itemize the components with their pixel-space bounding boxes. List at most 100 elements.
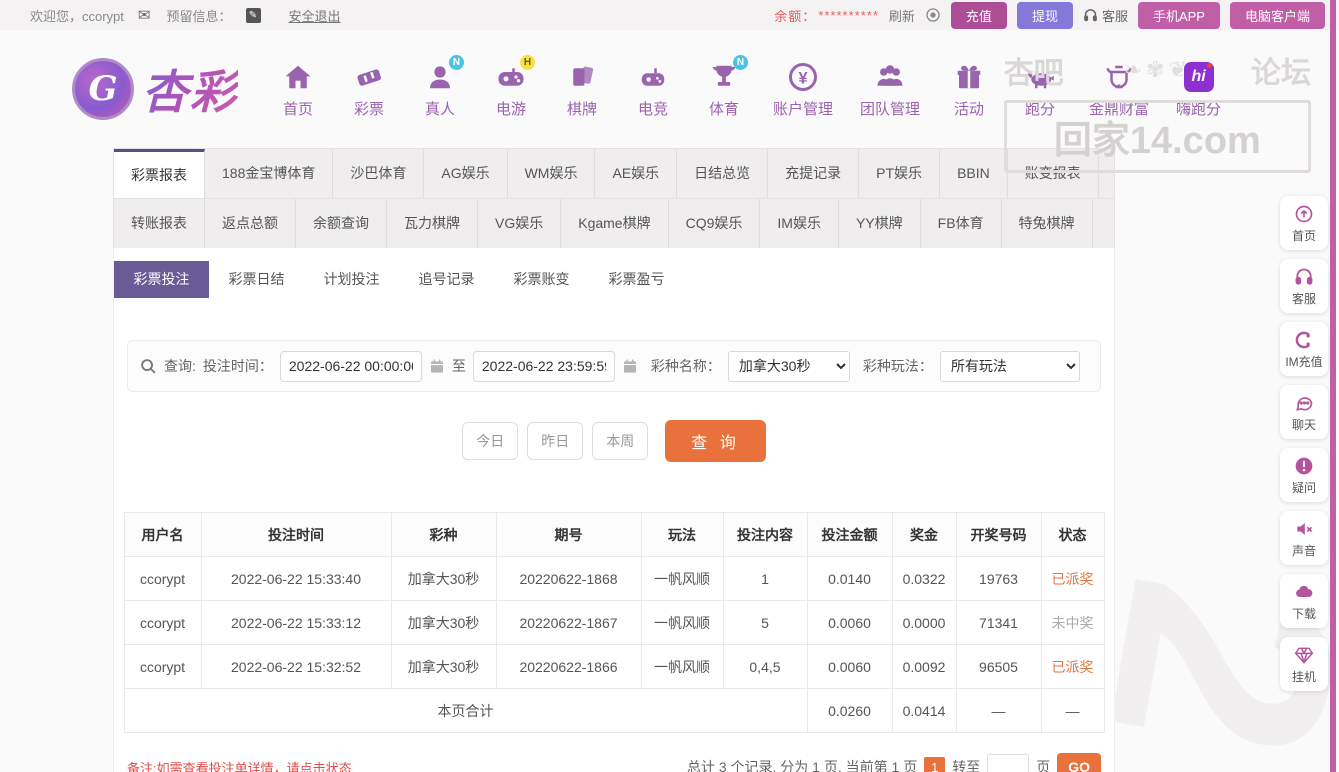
status-link[interactable]: 已派奖 (1040, 556, 1105, 601)
lottery-name-label: 彩种名称： (650, 358, 721, 374)
main-content: 彩票报表 188金宝博体育 沙巴体育 AG娱乐 WM娱乐 AE娱乐 日结总览 充… (113, 148, 1115, 772)
summary-row: 本页合计 0.0260 0.0414 — — (123, 688, 1105, 733)
time-to-input[interactable] (472, 350, 615, 382)
nav-item-activity[interactable]: 活动 (947, 60, 991, 119)
tab-lottery-report[interactable]: 彩票报表 (114, 149, 205, 198)
subtab-lottery-pnl[interactable]: 彩票盈亏 (589, 261, 684, 298)
nav-item-chess[interactable]: 棋牌 (560, 60, 604, 119)
pc-client-button[interactable]: 电脑客户端 (1229, 1, 1325, 29)
tab-im[interactable]: IM娱乐 (760, 199, 839, 248)
nav-item-esports[interactable]: 电竞 (631, 60, 675, 119)
current-page-button[interactable]: 1 (924, 756, 946, 772)
subtab-lottery-daily[interactable]: 彩票日结 (209, 261, 304, 298)
arrow-up-circle-icon (1295, 205, 1313, 223)
table-footer: 备注:如需查看投注单详情，请点击状态 总计 3 个记录, 分为 1 页, 当前第… (127, 753, 1101, 772)
lottery-select[interactable]: 加拿大30秒 (727, 350, 850, 382)
tab-bbin[interactable]: BBIN (940, 149, 1008, 198)
tab-deposit-records[interactable]: 充提记录 (768, 149, 860, 198)
tab-188-sports[interactable]: 188金宝博体育 (205, 149, 334, 198)
tab-vg[interactable]: VG娱乐 (478, 199, 562, 248)
mobile-app-button[interactable]: 手机APP (1137, 1, 1220, 29)
today-button[interactable]: 今日 (462, 422, 519, 460)
balance-label: 余额： (774, 8, 817, 24)
tab-tetu-chess[interactable]: 特兔棋牌 (1002, 199, 1093, 248)
tab-fb-sports[interactable]: FB体育 (921, 199, 1002, 248)
tab-transfer-report[interactable]: 转账报表 (114, 199, 205, 248)
tab-pt[interactable]: PT娱乐 (859, 149, 941, 198)
mute-speaker-icon (1297, 523, 1313, 535)
new-badge: N (449, 54, 464, 70)
tab-kgame[interactable]: Kgame棋牌 (561, 199, 669, 248)
report-panel: 彩票投注 彩票日结 计划投注 追号记录 彩票账变 彩票盈亏 查询: 投注时间： … (113, 248, 1115, 772)
subtab-plan-bets[interactable]: 计划投注 (304, 261, 399, 298)
nav-item-team[interactable]: 团队管理 (860, 60, 920, 119)
trophy-icon: N (707, 54, 748, 94)
headset-icon (1084, 8, 1097, 21)
refresh-button[interactable]: 刷新 (889, 6, 915, 25)
pagination: 总计 3 个记录, 分为 1 页, 当前第 1 页 1 转至 页 GO (687, 753, 1101, 772)
tab-wm[interactable]: WM娱乐 (508, 149, 596, 198)
nav-item-egames[interactable]: H 电游 (489, 54, 535, 119)
site-logo[interactable]: G 杏彩 (72, 56, 238, 122)
calendar-icon[interactable] (429, 358, 445, 374)
nav-item-sports[interactable]: N 体育 (702, 54, 748, 119)
table-row: ccorypt 2022-06-22 15:33:40 加拿大30秒 20220… (123, 556, 1105, 601)
yesterday-button[interactable]: 昨日 (527, 422, 584, 460)
nav-item-lottery[interactable]: 彩票 (347, 60, 391, 119)
goto-page-input[interactable] (987, 754, 1030, 772)
go-button[interactable]: GO (1057, 753, 1101, 772)
tab-daily-overview[interactable]: 日结总览 (677, 149, 769, 198)
mail-icon[interactable]: ✉ (138, 6, 151, 24)
goto-label: 转至 (952, 759, 981, 772)
recharge-button[interactable]: 充值 (950, 1, 1007, 29)
tab-ag[interactable]: AG娱乐 (424, 149, 508, 198)
home-icon (281, 60, 315, 94)
coin-icon: ¥ (786, 60, 820, 94)
play-type-select[interactable]: 所有玩法 (939, 350, 1080, 382)
sidebar-item-question[interactable]: 疑问 (1280, 448, 1328, 502)
sidebar-item-chat[interactable]: 聊天 (1280, 385, 1328, 439)
site-header: G 杏彩 首页 彩票 N 真人 H 电游 棋牌 电竞 N 体育 ¥ 账户管理 团… (0, 30, 1339, 173)
tab-rebate-total[interactable]: 返点总额 (205, 199, 296, 248)
customer-service-link[interactable]: 客服 (1083, 6, 1128, 25)
play-type-label: 彩种玩法： (862, 358, 933, 374)
subtab-lottery-bets[interactable]: 彩票投注 (114, 261, 209, 298)
sidebar-item-autoplay[interactable]: 挂机 (1280, 637, 1328, 691)
status-link[interactable]: 已派奖 (1040, 644, 1105, 689)
exclamation-circle-icon (1295, 457, 1313, 475)
sidebar-item-im-recharge[interactable]: IM充值 (1280, 322, 1328, 376)
nav-item-home[interactable]: 首页 (276, 60, 320, 119)
tab-shaba-sports[interactable]: 沙巴体育 (333, 149, 425, 198)
withdraw-button[interactable]: 提现 (1016, 1, 1073, 29)
customer-service-label: 客服 (1101, 8, 1128, 24)
subtab-chase-records[interactable]: 追号记录 (399, 261, 494, 298)
col-issue: 期号 (495, 512, 642, 557)
subtab-lottery-changes[interactable]: 彩票账变 (494, 261, 589, 298)
scrollbar-strip[interactable] (1330, 0, 1336, 772)
status-link[interactable]: 未中奖 (1040, 600, 1105, 645)
sidebar-item-home[interactable]: 首页 (1280, 196, 1328, 250)
tab-ae[interactable]: AE娱乐 (595, 149, 678, 198)
edit-icon[interactable]: ✎ (245, 7, 261, 23)
tab-yy-chess[interactable]: YY棋牌 (839, 199, 921, 248)
tab-balance-query[interactable]: 余额查询 (296, 199, 387, 248)
summary-label: 本页合计 (123, 688, 808, 733)
page-unit-label: 页 (1036, 759, 1051, 772)
tab-cq9[interactable]: CQ9娱乐 (669, 199, 761, 248)
this-week-button[interactable]: 本周 (592, 422, 649, 460)
tab-wali-chess[interactable]: 瓦力棋牌 (387, 199, 478, 248)
nav-item-account[interactable]: ¥ 账户管理 (773, 60, 833, 119)
eye-icon[interactable] (925, 7, 941, 23)
sidebar-item-download[interactable]: 下载 (1280, 574, 1328, 628)
sidebar-item-sound[interactable]: 声音 (1280, 511, 1328, 565)
sidebar-item-service[interactable]: 客服 (1280, 259, 1328, 313)
col-status: 状态 (1040, 512, 1105, 557)
col-username: 用户名 (123, 512, 202, 557)
col-amount: 投注金额 (806, 512, 893, 557)
nav-item-live[interactable]: N 真人 (418, 54, 464, 119)
logout-link[interactable]: 安全退出 (289, 6, 341, 25)
search-label: 查询: (164, 358, 196, 374)
time-from-input[interactable] (279, 350, 422, 382)
calendar-icon[interactable] (622, 358, 638, 374)
query-button[interactable]: 查 询 (665, 420, 766, 462)
